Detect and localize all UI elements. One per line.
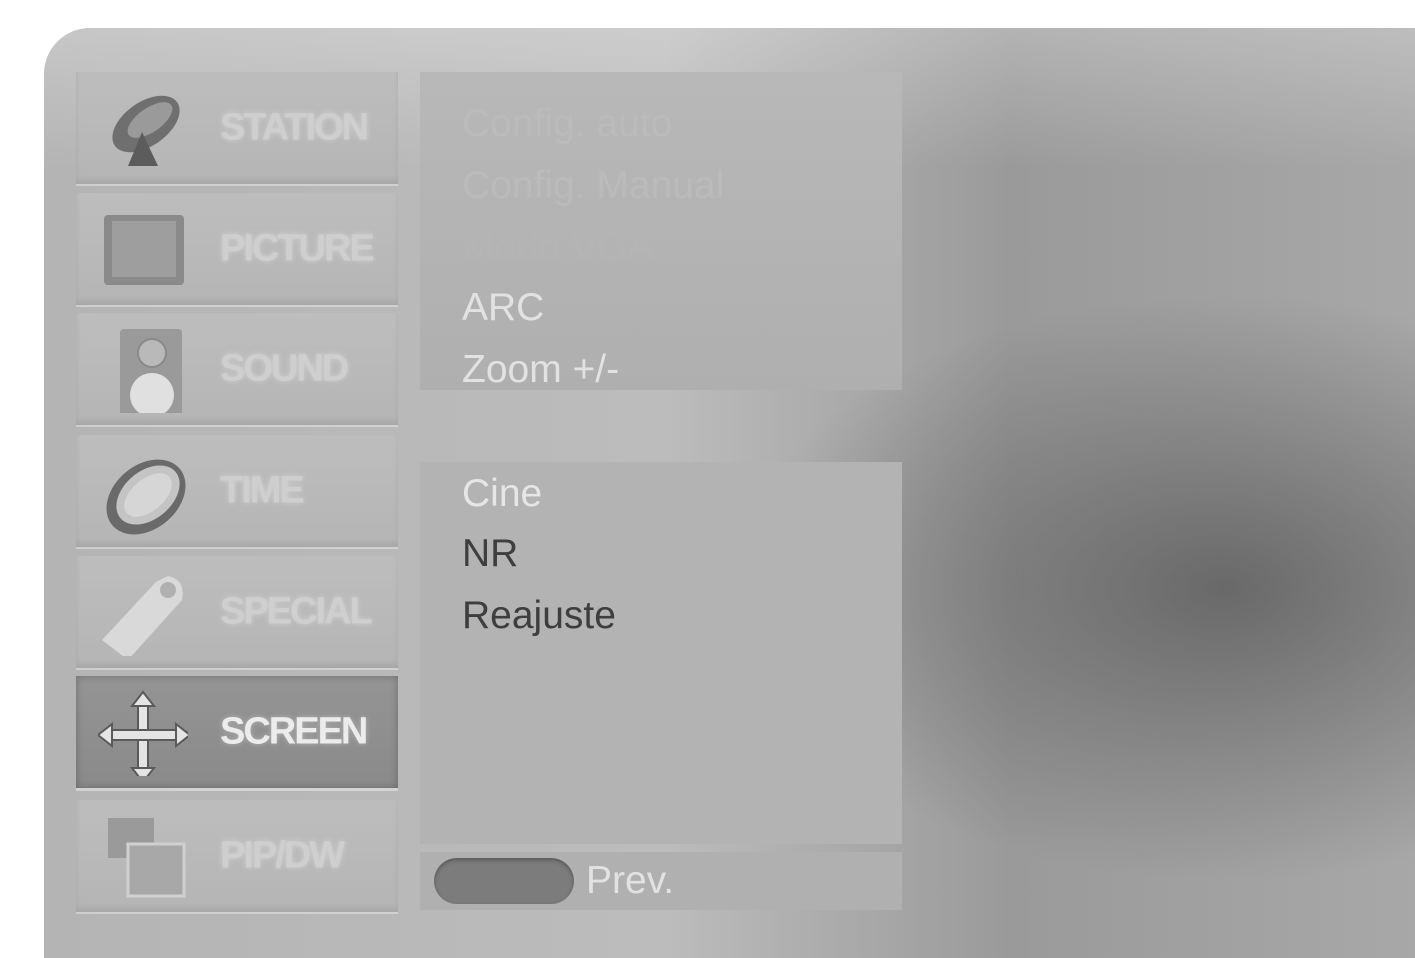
submenu-item-modo-vga: Modo VGA (462, 226, 653, 269)
clock-disc-icon (106, 459, 186, 535)
satellite-dish-icon (112, 95, 180, 166)
tv-screen-icon (104, 215, 184, 285)
prev-label: Prev. (586, 859, 675, 902)
four-way-arrows-icon (98, 690, 188, 776)
footer-bar: Prev. (420, 852, 902, 910)
menu-tab-label: PICTURE (220, 227, 375, 270)
option-item-cine[interactable]: Cine (462, 472, 542, 516)
submenu-item-arc[interactable]: ARC (462, 286, 544, 330)
menu-tab-label: TIME (220, 469, 305, 512)
option-item-nr[interactable]: NR (462, 532, 518, 576)
prev-button[interactable] (434, 858, 574, 904)
submenu-item-zoom[interactable]: Zoom +/- (462, 348, 619, 392)
menu-tab-label: SCREEN (220, 710, 368, 753)
menu-tab-label: PIP/DW (220, 834, 345, 877)
options-panel: Cine NR Reajuste (420, 462, 902, 844)
menu-tab-label: STATION (220, 106, 369, 149)
submenu-panel: Config. auto Config. Manual Modo VGA ARC… (420, 72, 902, 392)
menu-tab-label: SOUND (220, 347, 349, 390)
menu-tab-sound[interactable]: SOUND (76, 313, 398, 425)
speaker-icon (120, 329, 182, 413)
tag-icon (102, 576, 183, 656)
menu-tab-special[interactable]: SPECIAL (76, 556, 398, 668)
menu-tab-picture[interactable]: PICTURE (76, 193, 398, 305)
menu-tab-pip-dw[interactable]: PIP/DW (76, 800, 398, 912)
submenu-item-config-manual[interactable]: Config. Manual (462, 164, 724, 208)
menu-tab-label: SPECIAL (220, 590, 373, 633)
menu-tab-screen[interactable]: SCREEN (76, 676, 398, 788)
menu-tab-time[interactable]: TIME (76, 435, 398, 547)
menu-tab-station[interactable]: STATION (76, 72, 398, 184)
option-item-reajuste[interactable]: Reajuste (462, 594, 616, 638)
submenu-item-config-auto[interactable]: Config. auto (462, 102, 672, 146)
pip-windows-icon (108, 818, 186, 898)
